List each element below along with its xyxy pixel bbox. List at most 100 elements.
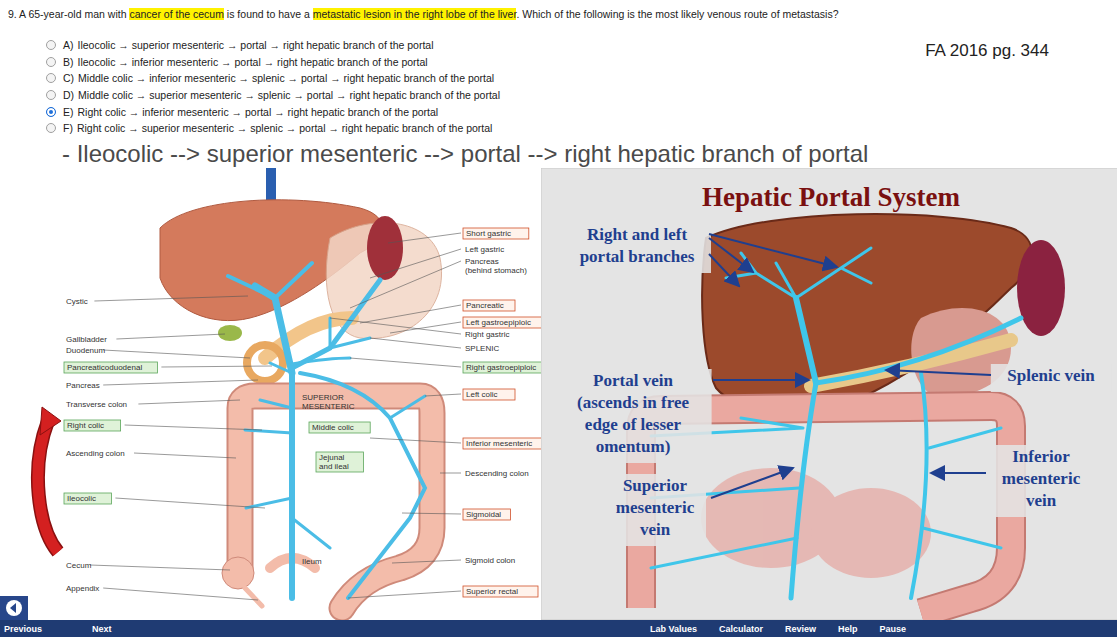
vein-tree	[228, 263, 425, 598]
option-letter: B)	[63, 56, 74, 68]
svg-text:(behind stomach): (behind stomach)	[465, 266, 527, 275]
answer-option[interactable]: B) Ileocolic → inferior mesenteric → por…	[46, 54, 500, 71]
leader-line	[103, 380, 258, 385]
toolbar-button[interactable]: Lab Values	[650, 624, 697, 634]
anatomy-label: Sigmoidal	[463, 509, 510, 520]
cecum-shape	[222, 557, 254, 589]
svg-text:Superior: Superior	[623, 476, 688, 495]
anatomy-label: Jejunaland ileal	[316, 452, 363, 472]
leader-line	[370, 338, 461, 348]
leader-line	[125, 425, 262, 430]
radio-icon[interactable]	[46, 57, 56, 67]
question-segment: 9. A 65-year-old man with	[8, 8, 129, 20]
portal-system-illustration: Right and leftportal branches Portal vein…	[541, 168, 1117, 620]
svg-text:portal branches: portal branches	[580, 247, 695, 266]
leader-line	[370, 249, 461, 278]
radio-icon[interactable]	[46, 73, 56, 83]
toolbar-button[interactable]: Help	[838, 624, 858, 634]
toolbar-button[interactable]: Calculator	[719, 624, 763, 634]
highlighted-text: cancer of the cecum	[129, 8, 224, 20]
pointer-arrow	[931, 472, 986, 474]
svg-text:Left gastric: Left gastric	[465, 245, 504, 254]
answer-option[interactable]: F) Right colic → superior mesenteric → s…	[46, 120, 500, 137]
leader-line	[402, 513, 461, 514]
answer-option[interactable]: E) Right colic → inferior mesenteric → p…	[46, 103, 500, 120]
option-letter: A)	[63, 39, 74, 51]
anatomy-label: Transverse colon	[66, 400, 127, 409]
svg-text:Splenic vein: Splenic vein	[1007, 366, 1095, 385]
small-intestine-shape	[701, 468, 931, 578]
question-segment: is found to have a	[224, 8, 313, 20]
answer-option[interactable]: A) Ileocolic → superior mesenteric → por…	[46, 37, 500, 54]
svg-text:Pancreatic: Pancreatic	[466, 301, 504, 310]
liver-shape	[702, 214, 1032, 409]
label-backdrop	[990, 445, 1092, 517]
nav-button[interactable]: Next	[92, 624, 112, 634]
annotation-arrow-icon	[38, 407, 61, 552]
anatomy-label: Left gastroepiploic	[463, 317, 541, 328]
leader-line	[350, 358, 461, 367]
svg-text:Ascending colon: Ascending colon	[66, 449, 125, 458]
option-text: Ileocolic → inferior mesenteric → portal…	[78, 56, 428, 68]
svg-text:Pancreas: Pancreas	[66, 381, 100, 390]
nav-button[interactable]: Previous	[4, 624, 42, 634]
svg-text:Inferior: Inferior	[1012, 447, 1070, 466]
svg-text:SPLENIC: SPLENIC	[465, 344, 499, 353]
portal-label: Superiormesentericvein	[616, 476, 695, 539]
previous-button[interactable]	[0, 596, 28, 620]
option-text: Right colic → inferior mesenteric → port…	[78, 106, 439, 118]
leader-line	[161, 366, 272, 367]
anatomy-label: Ileocolic	[64, 493, 111, 504]
anatomy-label: Pancreas	[66, 381, 100, 390]
anatomy-label: Left gastric	[465, 245, 504, 254]
answer-note: - Ileocolic --> superior mesenteric --> …	[8, 139, 1109, 169]
svg-text:omentum): omentum)	[596, 437, 671, 456]
anatomy-label: SUPERIORMESENTERIC	[302, 393, 355, 411]
option-text: Middle colic → inferior mesenteric → spl…	[78, 72, 494, 84]
anatomy-label: Pancreatic	[463, 300, 515, 311]
answer-option[interactable]: C) Middle colic → inferior mesenteric → …	[46, 70, 500, 87]
anatomy-label: SPLENIC	[465, 344, 499, 353]
label-backdrop	[563, 223, 711, 273]
anatomy-label: Left colic	[463, 389, 515, 400]
anatomy-label: Appendix	[66, 584, 99, 593]
anatomy-label: Pancreas(behind stomach)	[465, 257, 527, 275]
anatomy-label: Right gastroepiploic	[463, 362, 541, 373]
leader-line	[330, 318, 461, 334]
svg-text:Left colic: Left colic	[466, 390, 498, 399]
duodenum-shape	[247, 345, 283, 381]
back-arrow-icon[interactable]	[5, 599, 23, 617]
radio-icon[interactable]	[46, 90, 56, 100]
svg-text:Sigmoid colon: Sigmoid colon	[465, 556, 515, 565]
svg-text:Right colic: Right colic	[67, 421, 104, 430]
svg-text:Right gastroepiploic: Right gastroepiploic	[466, 363, 536, 372]
gallbladder-shape	[218, 325, 242, 341]
svg-text:vein: vein	[1026, 491, 1057, 510]
anatomy-label: Inferior mesenteric	[463, 438, 541, 449]
hepatic-portal-diagram: Right and leftportal branches Portal vein…	[541, 168, 1117, 620]
option-text: Right colic → superior mesenteric → sple…	[77, 122, 493, 134]
radio-icon[interactable]	[46, 107, 56, 117]
portal-label: Portal vein(ascends in freeedge of lesse…	[577, 371, 690, 456]
leader-line	[94, 296, 248, 301]
anatomy-label: Gallbladder	[66, 335, 107, 344]
radio-icon[interactable]	[46, 40, 56, 50]
svg-text:Pancreas: Pancreas	[465, 257, 499, 266]
portal-label: Right and leftportal branches	[580, 225, 695, 266]
anatomy-label: Ascending colon	[66, 449, 125, 458]
spleen-shape	[367, 216, 403, 280]
svg-text:Cystic: Cystic	[66, 297, 88, 306]
pointer-arrow	[886, 370, 991, 375]
left-gutter	[0, 168, 30, 620]
anatomy-label: Descending colon	[465, 469, 529, 478]
radio-icon[interactable]	[46, 123, 56, 133]
option-text: Middle colic → superior mesenteric → spl…	[78, 89, 500, 101]
svg-text:Descending colon: Descending colon	[465, 469, 529, 478]
answer-option[interactable]: D) Middle colic → superior mesenteric → …	[46, 87, 500, 104]
portal-label: Splenic vein	[1007, 366, 1095, 385]
toolbar-button[interactable]: Review	[785, 624, 816, 634]
leader-line	[103, 350, 250, 358]
svg-text:vein: vein	[640, 520, 671, 539]
toolbar-button[interactable]: Pause	[880, 624, 907, 634]
question-panel: 9. A 65-year-old man with cancer of the …	[0, 0, 1117, 168]
